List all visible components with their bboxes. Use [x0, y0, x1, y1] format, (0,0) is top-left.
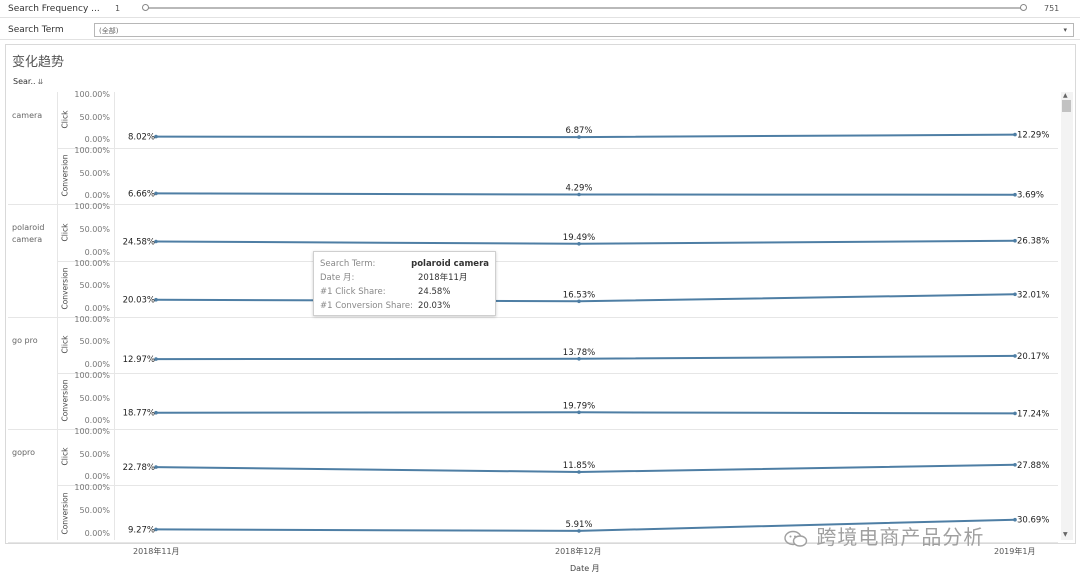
- scrollbar-thumb[interactable]: [1062, 100, 1071, 112]
- frequency-slider-min-handle[interactable]: [142, 4, 149, 11]
- row-separator: [57, 485, 1058, 487]
- y-tick-label: 100.00%: [74, 258, 110, 268]
- y-tick-label: 100.00%: [74, 90, 110, 99]
- y-tick-label: 100.00%: [74, 314, 110, 324]
- tooltip-click-value: 24.58%: [418, 287, 451, 297]
- x-tick-label: 2018年12月: [555, 547, 602, 556]
- tooltip-click-key: #1 Click Share:: [320, 287, 386, 297]
- y-tick-label: 0.00%: [84, 360, 110, 369]
- watermark-text: 跨境电商产品分析: [816, 525, 985, 549]
- y-tick-label: 100.00%: [74, 202, 110, 212]
- y-tick-label: 0.00%: [84, 472, 110, 482]
- frequency-max-value: 751: [1044, 4, 1060, 13]
- y-tick-label: 0.00%: [84, 303, 110, 313]
- dashboard-panel: [5, 44, 1076, 544]
- scroll-down-icon[interactable]: ▼: [1063, 531, 1068, 538]
- term-filter-label: Search Term: [8, 25, 64, 35]
- y-tick-label: 50.00%: [79, 506, 110, 515]
- y-tick-label: 0.00%: [84, 135, 110, 145]
- y-tick-label: 100.00%: [74, 371, 110, 380]
- tooltip: Search Term: polaroid camera Date 月: 2018年…: [313, 251, 496, 316]
- wechat-icon: [784, 530, 808, 547]
- term-label: gopro: [12, 448, 36, 458]
- y-tick-label: 0.00%: [84, 416, 110, 426]
- y-tick-label: 100.00%: [74, 483, 110, 493]
- sort-icon[interactable]: ⇊: [38, 78, 44, 86]
- row-separator: [57, 260, 1058, 262]
- row-separator: [57, 373, 1058, 374]
- x-axis-title: Date 月: [570, 564, 600, 573]
- term-filter: Search Term (全部) ▾: [0, 19, 1080, 40]
- frequency-filter-label: Search Frequency ...: [8, 4, 100, 14]
- term-label: polaroid camera: [12, 223, 45, 245]
- term-label: go pro: [12, 335, 38, 345]
- y-tick-label: 0.00%: [84, 528, 110, 538]
- frequency-min-value: 1: [115, 4, 121, 13]
- term-label: camera: [12, 111, 43, 120]
- term-separator: [8, 429, 1058, 431]
- y-tick-label: 0.00%: [84, 247, 110, 257]
- frequency-slider-max-handle[interactable]: [1020, 4, 1027, 11]
- column-header-label: Sear..: [13, 77, 36, 86]
- sheet-title: 变化趋势: [12, 55, 65, 70]
- term-select-value: (全部): [99, 27, 119, 35]
- tooltip-conversion-key: #1 Conversion Share:: [320, 301, 413, 311]
- y-tick-label: 100.00%: [74, 427, 110, 437]
- y-tick-label: 100.00%: [74, 146, 110, 156]
- tooltip-term-key: Search Term:: [320, 259, 376, 269]
- x-tick-label: 2018年11月: [133, 547, 180, 556]
- row-separator: [57, 148, 1058, 150]
- vertical-scrollbar[interactable]: [1061, 92, 1073, 540]
- chevron-down-icon[interactable]: ▾: [1063, 26, 1067, 34]
- y-tick-label: 50.00%: [79, 393, 110, 403]
- frequency-slider-track[interactable]: [146, 7, 1024, 9]
- term-separator: [8, 316, 1058, 318]
- term-separator: [8, 204, 1058, 206]
- term-select[interactable]: (全部) ▾: [94, 23, 1074, 37]
- tooltip-date-value: 2018年11月: [418, 273, 468, 283]
- y-tick-label: 50.00%: [79, 449, 110, 459]
- watermark: 跨境电商产品分析: [783, 521, 984, 550]
- tooltip-conversion-value: 20.03%: [418, 301, 451, 311]
- y-tick-label: 50.00%: [79, 112, 110, 122]
- x-tick-label: 2019年1月: [994, 547, 1036, 556]
- column-header[interactable]: Sear.. ⇊: [13, 77, 43, 86]
- y-tick-label: 50.00%: [79, 225, 110, 234]
- y-tick-label: 50.00%: [79, 168, 110, 178]
- tooltip-term-value: polaroid camera: [411, 259, 489, 269]
- y-tick-label: 0.00%: [84, 191, 110, 201]
- frequency-filter: Search Frequency ... 1 751: [0, 0, 1080, 18]
- scroll-up-icon[interactable]: ▲: [1063, 92, 1068, 99]
- y-tick-label: 50.00%: [79, 281, 110, 291]
- tooltip-date-key: Date 月:: [320, 273, 355, 283]
- y-tick-label: 50.00%: [79, 337, 110, 347]
